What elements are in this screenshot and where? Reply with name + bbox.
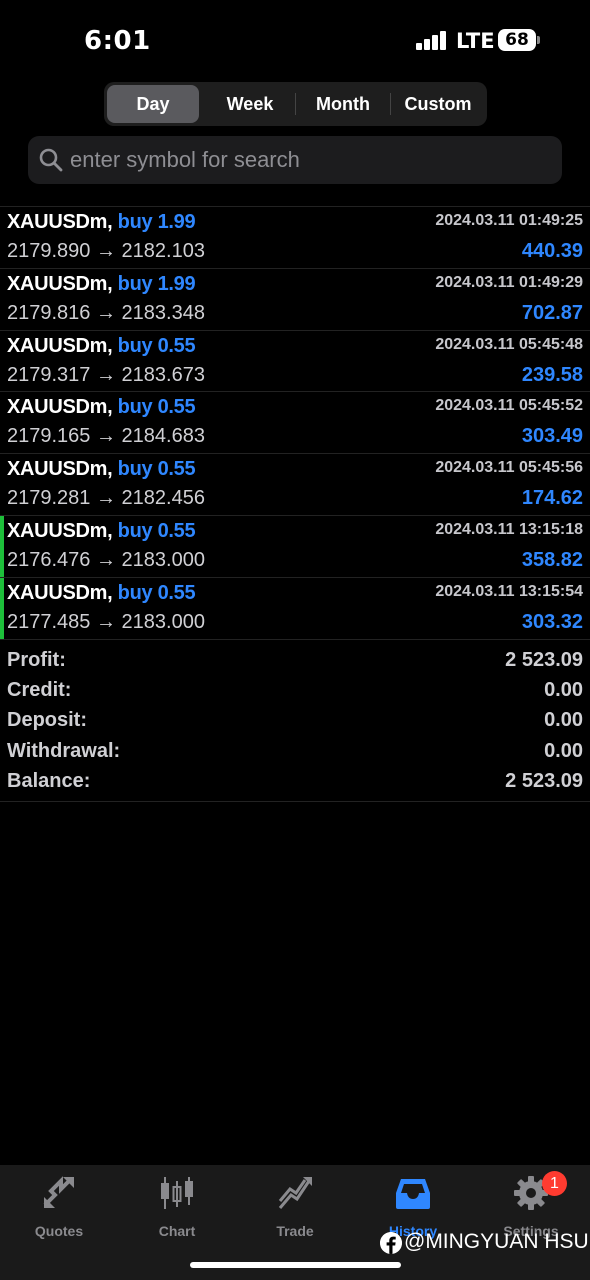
chart-icon	[161, 1177, 193, 1209]
summary-row-withdrawal: Withdrawal: 0.00	[0, 737, 590, 767]
deal-symbol: XAUUSDm,	[7, 272, 113, 295]
deal-type: buy 1.99	[117, 211, 196, 233]
deal-time: 2024.03.11 01:49:29	[435, 273, 583, 291]
deal-row[interactable]: XAUUSDm, buy 1.99 2024.03.11 01:49:29 21…	[0, 269, 590, 331]
deal-type: buy 1.99	[117, 272, 196, 295]
search-icon	[39, 148, 63, 172]
deal-time: 2024.03.11 05:45:48	[435, 335, 583, 353]
deal-type: buy 0.55	[117, 396, 196, 419]
deal-symbol-line: XAUUSDm, buy 0.55	[7, 334, 196, 358]
battery-tip	[537, 36, 540, 44]
deal-symbol: XAUUSDm,	[7, 458, 113, 481]
deal-symbol-line: XAUUSDm, buy 1.99	[7, 272, 196, 296]
deal-type: buy 0.55	[117, 458, 196, 481]
deal-type: buy 0.55	[117, 581, 196, 604]
tab-trade[interactable]: Trade	[236, 1173, 354, 1243]
summary-value: 0.00	[544, 709, 583, 732]
deal-profit: 174.62	[521, 487, 583, 510]
deal-symbol: XAUUSDm,	[7, 581, 113, 604]
home-indicator[interactable]	[190, 1262, 401, 1268]
deal-type: buy 0.55	[117, 519, 196, 542]
summary-label: Balance:	[7, 769, 91, 792]
deal-symbol-line: XAUUSDm, buy 0.55	[7, 396, 196, 419]
tab-week[interactable]: Week	[204, 85, 296, 123]
search-bar	[28, 136, 562, 184]
tab-quotes[interactable]: Quotes	[0, 1173, 118, 1243]
settings-notification-badge: 1	[542, 1171, 567, 1196]
cellular-signal-icon	[416, 30, 448, 50]
deal-profit: 303.49	[521, 425, 583, 448]
deal-prices: 2177.485 → 2183.000	[7, 610, 205, 633]
summary-value: 0.00	[544, 679, 583, 702]
summary-label: Deposit:	[7, 709, 87, 732]
deal-symbol-line: XAUUSDm, buy 0.55	[7, 519, 196, 543]
history-icon	[396, 1179, 430, 1209]
deal-row[interactable]: XAUUSDm, buy 1.99 2024.03.11 01:49:25 21…	[0, 207, 590, 269]
deal-time: 2024.03.11 13:15:54	[435, 582, 583, 600]
deal-row[interactable]: XAUUSDm, buy 0.55 2024.03.11 05:45:48 21…	[0, 331, 590, 393]
summary-value: 2 523.09	[505, 769, 583, 792]
summary-value: 2 523.09	[505, 649, 583, 671]
status-bar: 6:01 LTE 68	[0, 0, 590, 80]
deal-symbol-line: XAUUSDm, buy 0.55	[7, 458, 196, 481]
tab-chart[interactable]: Chart	[118, 1173, 236, 1243]
deal-row[interactable]: XAUUSDm, buy 0.55 2024.03.11 13:15:18 21…	[0, 515, 590, 578]
watermark-text: @MINGYUAN HSU	[404, 1230, 589, 1253]
quotes-icon	[43, 1176, 74, 1208]
deal-profit: 303.32	[521, 610, 583, 633]
tab-label: Trade	[276, 1223, 314, 1239]
tab-month[interactable]: Month	[296, 85, 390, 123]
deal-profit: 440.39	[521, 240, 583, 262]
deal-symbol-line: XAUUSDm, buy 1.99	[7, 211, 196, 234]
deal-time: 2024.03.11 13:15:18	[435, 520, 583, 538]
account-summary: Profit: 2 523.09 Credit: 0.00 Deposit: 0…	[0, 646, 590, 802]
deal-time: 2024.03.11 05:45:56	[435, 459, 583, 477]
status-time: 6:01	[84, 26, 151, 56]
search-input[interactable]	[70, 136, 550, 184]
tab-label: Chart	[158, 1223, 196, 1239]
deal-symbol: XAUUSDm,	[7, 334, 113, 357]
deal-row[interactable]: XAUUSDm, buy 0.55 2024.03.11 13:15:54 21…	[0, 577, 590, 640]
network-type: LTE	[456, 29, 495, 53]
summary-label: Profit:	[7, 649, 66, 671]
deal-row[interactable]: XAUUSDm, buy 0.55 2024.03.11 05:45:56 21…	[0, 454, 590, 516]
deal-time: 2024.03.11 05:45:52	[435, 397, 583, 415]
summary-value: 0.00	[544, 739, 583, 762]
battery-icon: 68	[498, 29, 536, 51]
tab-label: Quotes	[34, 1223, 84, 1239]
deal-prices: 2179.281 → 2182.456	[7, 487, 205, 510]
period-segmented-control: Day Week Month Custom	[104, 82, 487, 126]
summary-label: Withdrawal:	[7, 739, 121, 762]
deal-prices: 2179.317 → 2183.673	[7, 363, 205, 386]
deal-prices: 2179.890 → 2182.103	[7, 240, 205, 262]
deals-list: XAUUSDm, buy 1.99 2024.03.11 01:49:25 21…	[0, 206, 590, 640]
summary-row-credit: Credit: 0.00	[0, 676, 590, 706]
deal-prices: 2179.816 → 2183.348	[7, 301, 205, 324]
facebook-icon	[380, 1232, 402, 1254]
deal-symbol: XAUUSDm,	[7, 519, 113, 542]
deal-symbol: XAUUSDm,	[7, 211, 113, 233]
trade-icon	[278, 1177, 312, 1209]
deal-prices: 2176.476 → 2183.000	[7, 548, 205, 571]
deal-symbol: XAUUSDm,	[7, 396, 113, 419]
deal-profit: 702.87	[521, 301, 583, 324]
deal-type: buy 0.55	[117, 334, 196, 357]
summary-label: Credit:	[7, 679, 72, 702]
summary-row-deposit: Deposit: 0.00	[0, 706, 590, 736]
deal-profit: 239.58	[521, 363, 583, 386]
deal-row[interactable]: XAUUSDm, buy 0.55 2024.03.11 05:45:52 21…	[0, 392, 590, 455]
tab-day[interactable]: Day	[107, 85, 199, 123]
summary-row-balance: Balance: 2 523.09	[0, 767, 590, 797]
deal-prices: 2179.165 → 2184.683	[7, 425, 205, 448]
deal-profit: 358.82	[521, 548, 583, 571]
tab-custom[interactable]: Custom	[391, 85, 485, 123]
summary-row-profit: Profit: 2 523.09	[0, 646, 590, 676]
deal-symbol-line: XAUUSDm, buy 0.55	[7, 581, 196, 605]
deal-time: 2024.03.11 01:49:25	[435, 212, 583, 229]
